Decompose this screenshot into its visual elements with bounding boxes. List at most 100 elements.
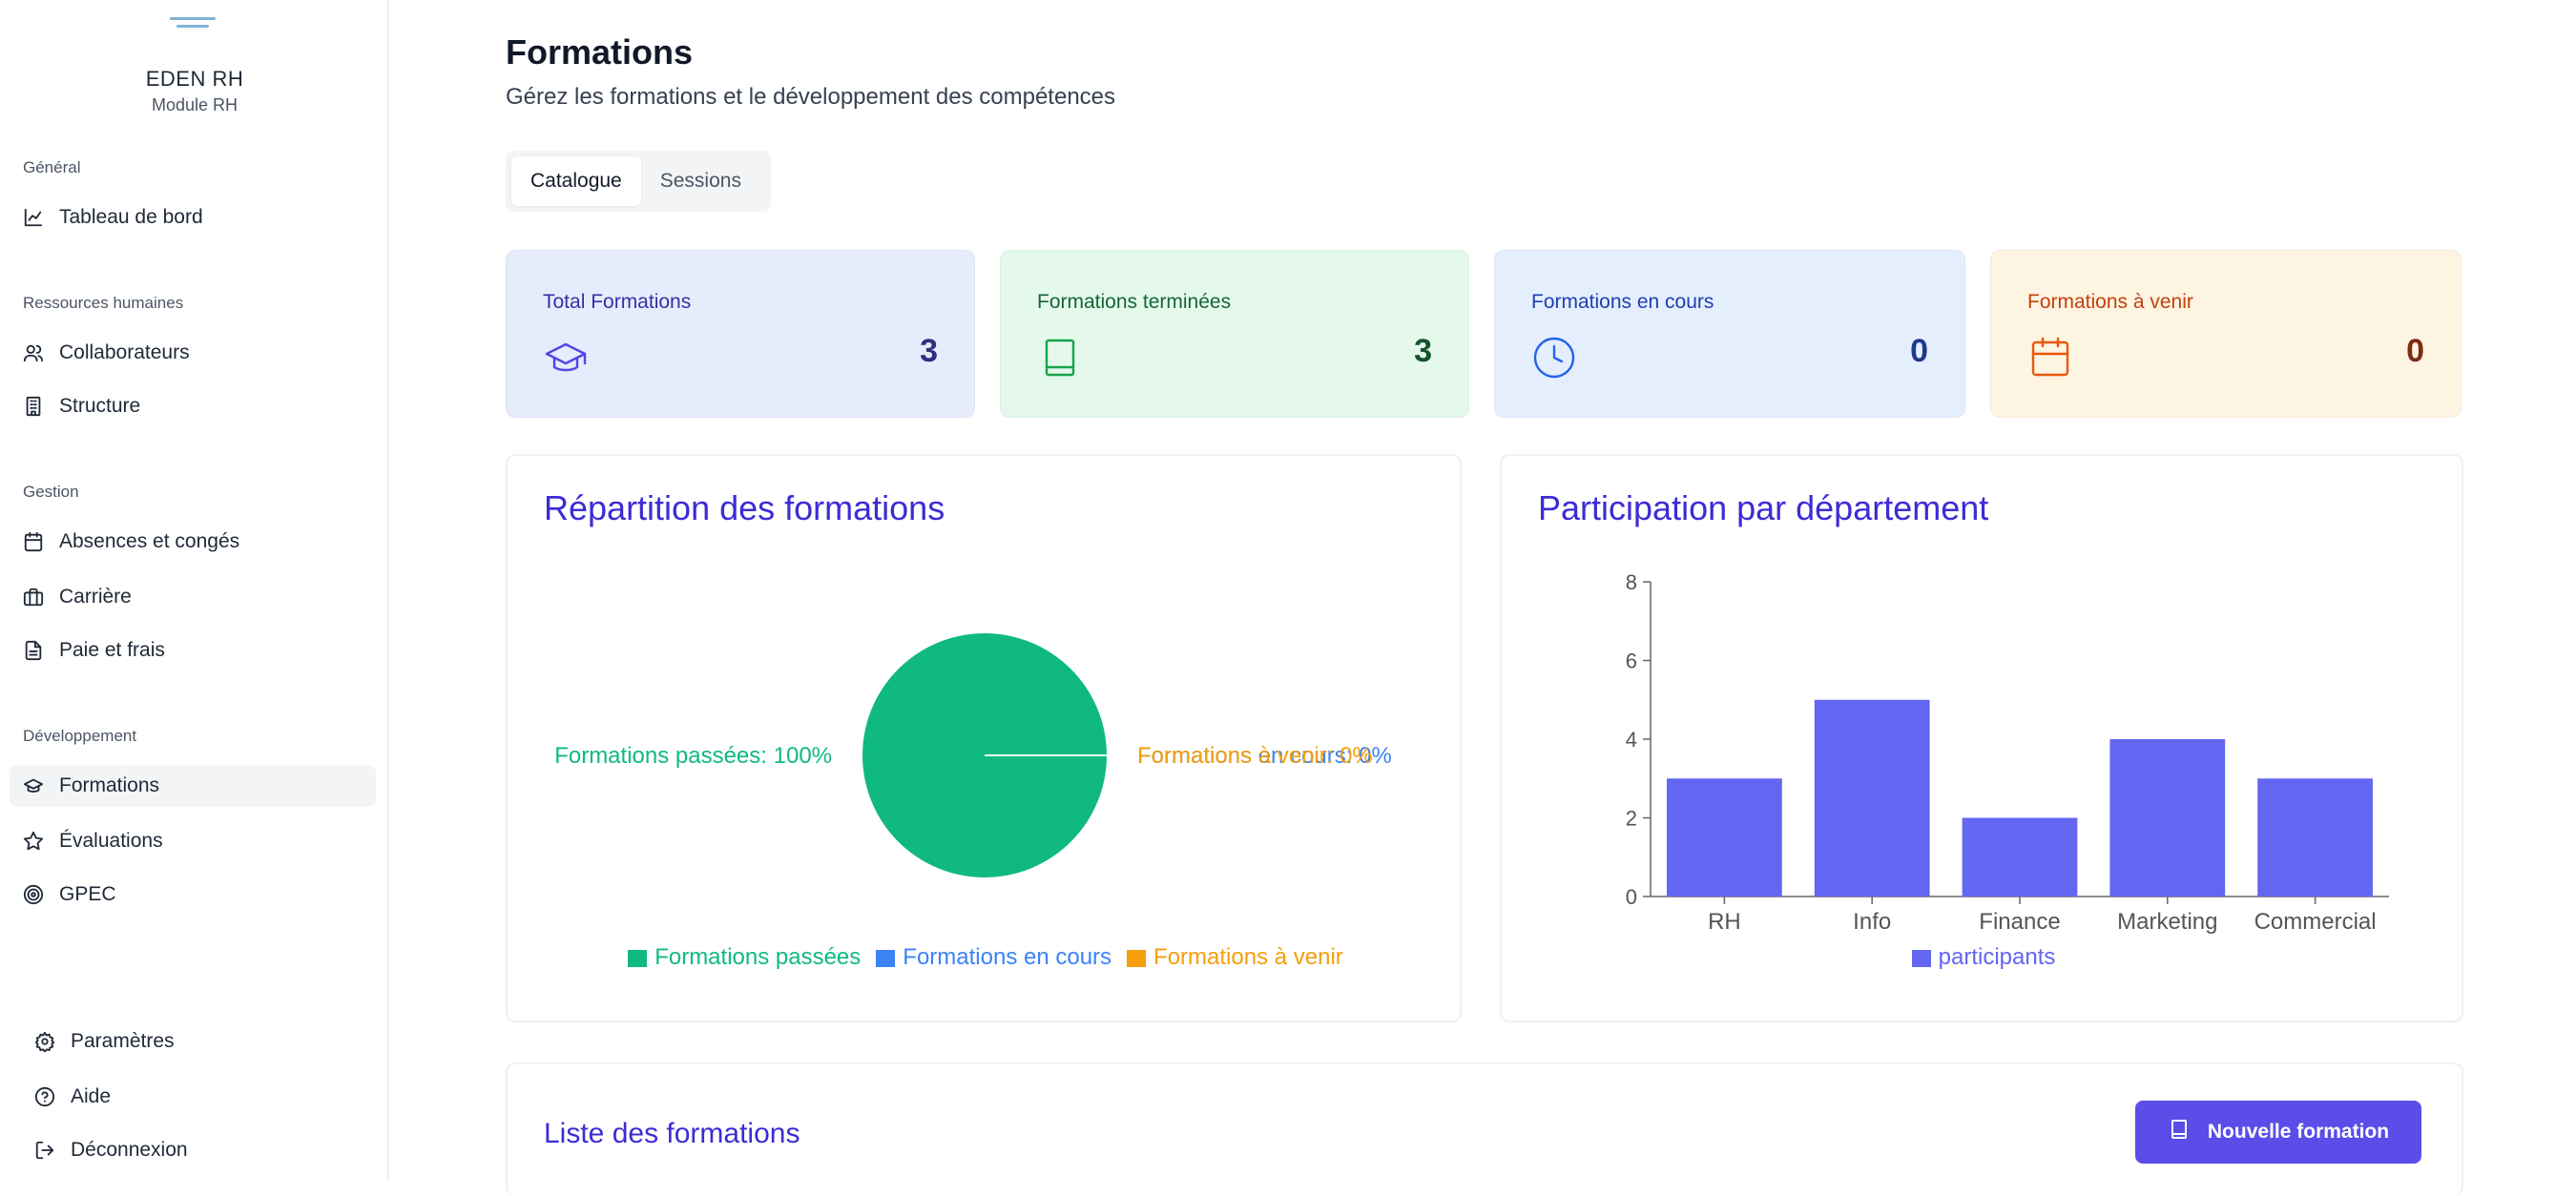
- sidebar-item-label: Paie et frais: [59, 639, 165, 661]
- stat-value: 3: [920, 333, 938, 369]
- sidebar-item-label: Formations: [59, 774, 160, 796]
- legend-label: Formations en cours: [903, 944, 1112, 970]
- stat-card-a-venir: Formations à venir 0: [1990, 250, 2462, 418]
- stat-value: 0: [2406, 333, 2424, 369]
- section-developpement: Développement: [23, 727, 137, 745]
- x-tick-label: Marketing: [2117, 909, 2217, 935]
- book-icon: [1037, 335, 1083, 381]
- tab-catalogue[interactable]: Catalogue: [511, 156, 641, 206]
- tab-sessions[interactable]: Sessions: [641, 156, 760, 206]
- page-title: Formations: [506, 32, 694, 72]
- calendar-icon: [2027, 335, 2073, 381]
- book-icon: [2168, 1118, 2191, 1146]
- sidebar-item-label: Carrière: [59, 586, 132, 608]
- y-tick-label: 4: [1626, 728, 1637, 752]
- brand-name: EDEN RH: [145, 67, 244, 91]
- formations-list-title: Liste des formations: [544, 1118, 800, 1149]
- logout-icon: [34, 1140, 55, 1161]
- legend-swatch: [1911, 949, 1931, 967]
- main-content: Formations Gérez les formations et le dé…: [389, 0, 2576, 1196]
- bar-chart-panel: Participation par département 0 2 4 6 8 RH Inf…: [1500, 454, 2463, 1022]
- stat-card-total: Total Formations 3: [506, 250, 975, 418]
- sidebar-item-label: Déconnexion: [71, 1139, 188, 1161]
- star-icon: [23, 831, 44, 852]
- stat-label: Formations en cours: [1531, 291, 1714, 313]
- sidebar-item-label: GPEC: [59, 883, 116, 905]
- stat-card-terminees: Formations terminées 3: [1000, 250, 1469, 418]
- new-formation-button-label: Nouvelle formation: [2207, 1121, 2390, 1143]
- sidebar-item-gpec[interactable]: GPEC: [23, 874, 116, 916]
- stat-value: 3: [1414, 333, 1432, 369]
- page-subtitle: Gérez les formations et le développement…: [506, 84, 1116, 110]
- bar-chart: 0 2 4 6 8 RH Info Finance Marketing Commercial: [1626, 570, 2389, 935]
- bar: [1667, 778, 1782, 897]
- sidebar-item-label: Tableau de bord: [59, 206, 203, 228]
- legend-label: Formations passées: [654, 944, 862, 970]
- receipt-icon: [23, 640, 44, 661]
- brand-subtitle: Module RH: [151, 95, 239, 114]
- sidebar-item-label: Évaluations: [59, 830, 163, 852]
- bar: [2109, 739, 2226, 897]
- legend-item[interactable]: Formations passées: [628, 944, 861, 971]
- logo: [170, 17, 216, 38]
- help-circle-icon: [34, 1086, 55, 1107]
- stat-label: Formations terminées: [1037, 291, 1232, 313]
- sidebar-item-parametres[interactable]: Paramètres: [34, 1021, 175, 1062]
- gear-icon: [34, 1031, 55, 1052]
- section-general: Général: [23, 158, 81, 176]
- chart-line-icon: [23, 207, 44, 228]
- sidebar-item-label: Absences et congés: [59, 530, 240, 552]
- pie-chart-panel: Répartition des formations Formations pa…: [506, 454, 1462, 1022]
- stat-label: Formations à venir: [2027, 291, 2193, 313]
- sidebar-item-label: Paramètres: [71, 1030, 175, 1052]
- pie-label: Formations à venir: 0%: [1137, 743, 1373, 769]
- sidebar-item-evaluations[interactable]: Évaluations: [23, 820, 163, 862]
- legend-swatch: [876, 949, 896, 967]
- legend-swatch: [628, 949, 648, 967]
- sidebar-item-label: Structure: [59, 395, 141, 417]
- graduation-cap-icon: [543, 335, 589, 381]
- building-icon: [23, 396, 44, 417]
- graduation-cap-icon: [23, 775, 44, 796]
- new-formation-button[interactable]: Nouvelle formation: [2135, 1101, 2421, 1164]
- legend-item[interactable]: Formations à venir: [1127, 944, 1343, 971]
- sidebar-item-paie[interactable]: Paie et frais: [23, 629, 165, 671]
- bar: [2257, 778, 2373, 897]
- sidebar-item-label: Aide: [71, 1085, 112, 1107]
- calendar-icon: [23, 531, 44, 552]
- y-tick-label: 0: [1626, 885, 1637, 909]
- bar: [1814, 699, 1930, 897]
- y-tick-label: 6: [1626, 650, 1637, 673]
- legend-label: Formations à venir: [1153, 944, 1343, 970]
- x-tick-label: Info: [1853, 909, 1891, 935]
- stat-card-en-cours: Formations en cours 0: [1494, 250, 1965, 418]
- legend-swatch: [1127, 949, 1147, 967]
- sidebar-item-aide[interactable]: Aide: [34, 1076, 111, 1118]
- sidebar-item-collaborateurs[interactable]: Collaborateurs: [23, 332, 190, 374]
- legend-item[interactable]: participants: [1911, 944, 2056, 971]
- pie-chart: Formations passées: 100% Formations en co…: [554, 633, 1392, 877]
- sidebar-item-formations[interactable]: Formations: [10, 765, 376, 807]
- legend-item[interactable]: Formations en cours: [876, 944, 1111, 971]
- stat-value: 0: [1910, 333, 1928, 369]
- sidebar-item-label: Collaborateurs: [59, 341, 190, 363]
- users-icon: [23, 342, 44, 363]
- legend-label: participants: [1938, 944, 2056, 970]
- tab-list: Catalogue Sessions: [506, 151, 771, 212]
- sidebar: EDEN RH Module RH Général Tableau de bor…: [0, 0, 389, 1181]
- pie-legend: Formations passées Formations en cours For…: [508, 944, 1464, 971]
- sidebar-item-absences[interactable]: Absences et congés: [23, 521, 239, 563]
- target-icon: [23, 884, 44, 905]
- y-tick-label: 8: [1626, 570, 1637, 594]
- x-tick-label: Commercial: [2254, 909, 2377, 935]
- sidebar-item-deconnexion[interactable]: Déconnexion: [34, 1129, 188, 1171]
- bar: [1962, 817, 2078, 897]
- section-rh: Ressources humaines: [23, 294, 184, 312]
- clock-icon: [1531, 335, 1577, 381]
- sidebar-item-carriere[interactable]: Carrière: [23, 576, 132, 618]
- pie-label: Formations passées: 100%: [554, 743, 832, 769]
- stat-label: Total Formations: [543, 291, 692, 313]
- sidebar-item-dashboard[interactable]: Tableau de bord: [23, 196, 203, 238]
- sidebar-item-structure[interactable]: Structure: [23, 385, 140, 427]
- briefcase-icon: [23, 587, 44, 608]
